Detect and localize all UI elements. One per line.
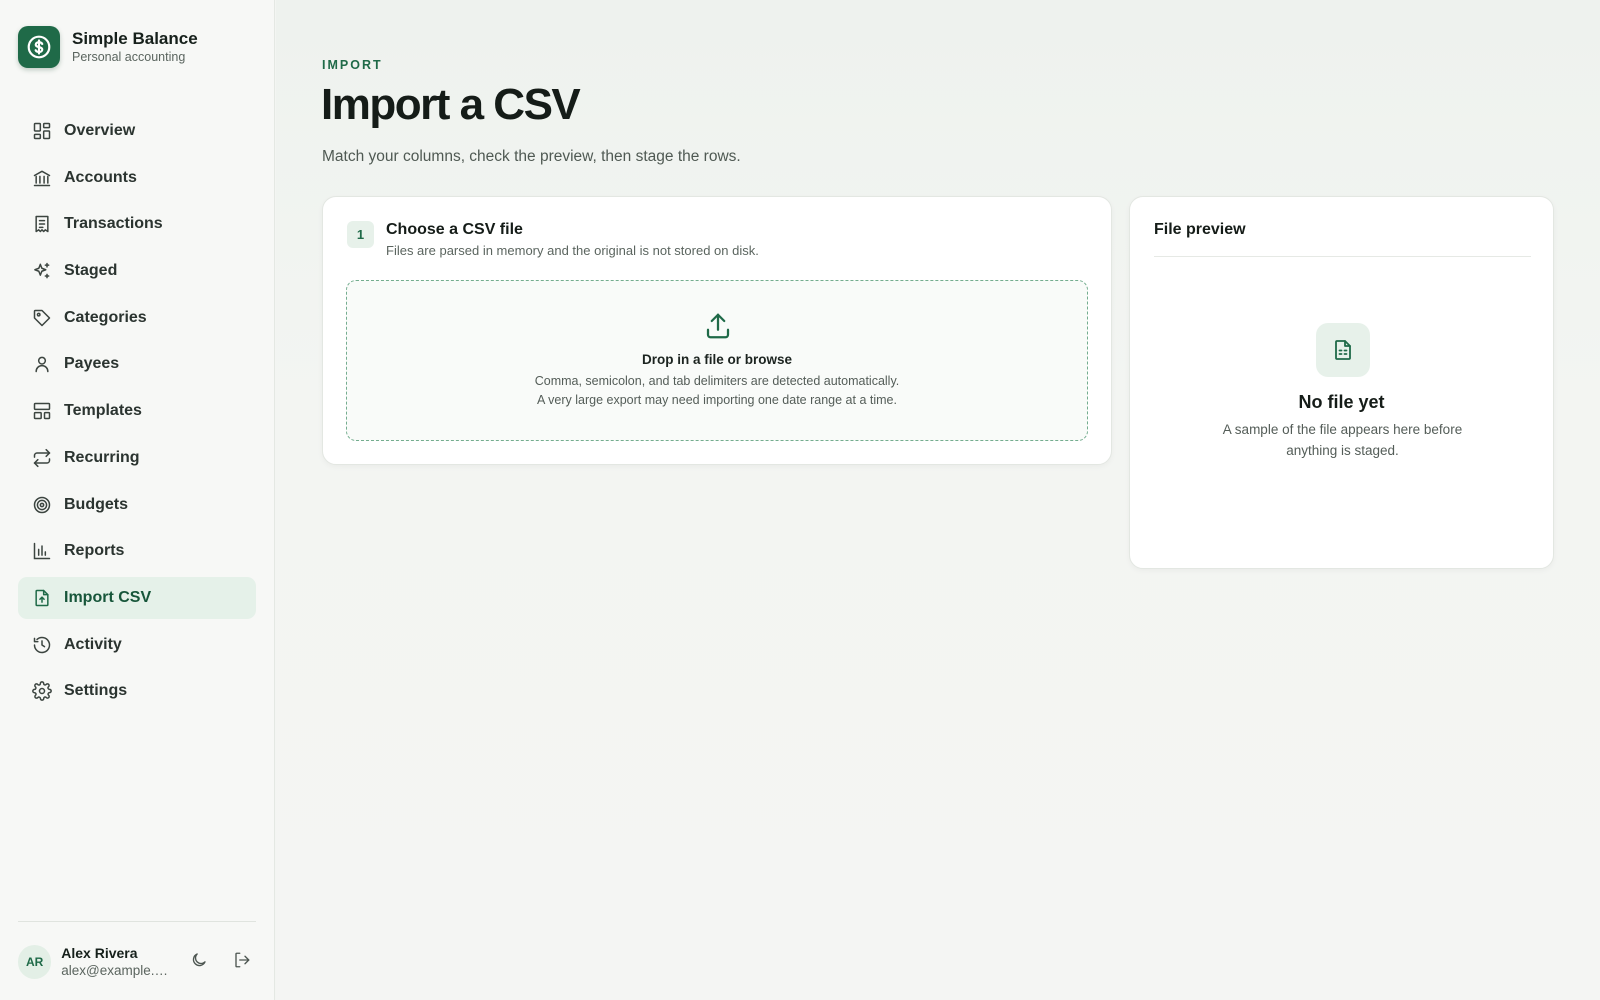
- sidebar-item-staged[interactable]: Staged: [18, 250, 256, 292]
- avatar[interactable]: AR: [18, 945, 52, 979]
- sparkles-icon: [32, 261, 52, 281]
- sidebar-item-label: Recurring: [64, 448, 140, 466]
- sidebar-item-recurring[interactable]: Recurring: [18, 437, 256, 479]
- file-text-icon: [1316, 323, 1370, 377]
- sidebar-item-label: Settings: [64, 682, 128, 700]
- brand-text: Simple Balance Personal accounting: [72, 29, 198, 65]
- user-text: Alex Rivera alex@example.com: [61, 945, 171, 980]
- sidebar-item-categories[interactable]: Categories: [18, 297, 256, 339]
- sidebar-item-label: Staged: [64, 262, 118, 280]
- sidebar: Simple Balance Personal accounting Overv…: [0, 0, 275, 1000]
- step-badge: 1: [347, 221, 374, 248]
- logout-icon: [233, 951, 251, 974]
- receipt-icon: [32, 214, 52, 234]
- brand[interactable]: Simple Balance Personal accounting: [18, 26, 198, 68]
- upload-icon: [703, 311, 733, 341]
- choose-file-card: 1 Choose a CSV file Files are parsed in …: [322, 196, 1112, 465]
- dropzone-title: Drop in a file or browse: [641, 352, 793, 367]
- theme-toggle-button[interactable]: [185, 948, 212, 976]
- empty-state-text: A sample of the file appears here before…: [1222, 422, 1463, 458]
- sidebar-item-accounts[interactable]: Accounts: [18, 157, 256, 199]
- repeat-icon: [32, 448, 52, 468]
- user-name: Alex Rivera: [61, 944, 138, 961]
- user-profile: AR Alex Rivera alex@example.com: [18, 944, 256, 980]
- sidebar-item-import-csv[interactable]: Import CSV: [18, 576, 256, 619]
- file-upload-icon: [32, 588, 52, 608]
- sidebar-item-budgets[interactable]: Budgets: [18, 484, 256, 526]
- tag-icon: [32, 308, 52, 328]
- page-subtitle: Match your columns, check the preview, t…: [322, 148, 741, 165]
- sidebar-item-label: Activity: [64, 635, 122, 653]
- card-title: Choose a CSV file: [386, 221, 523, 238]
- main-content: IMPORT Import a CSV Match your columns, …: [276, 0, 1600, 1000]
- sidebar-item-label: Overview: [64, 122, 136, 139]
- sidebar-item-templates[interactable]: Templates: [18, 390, 256, 432]
- user-icon: [32, 354, 52, 374]
- sidebar-item-label: Templates: [64, 402, 142, 420]
- dropzone-hint-size: A very large export may need importing o…: [537, 393, 897, 407]
- sidebar-divider: [18, 921, 256, 922]
- sidebar-item-settings[interactable]: Settings: [18, 670, 256, 712]
- gear-icon: [32, 681, 52, 702]
- sidebar-nav: Overview Accounts Transactions Staged Ca…: [18, 110, 256, 717]
- sidebar-item-transactions[interactable]: Transactions: [18, 203, 256, 245]
- sidebar-item-reports[interactable]: Reports: [18, 530, 256, 572]
- file-preview-card: File preview No file yet A sample of the…: [1129, 196, 1554, 569]
- card-title: File preview: [1154, 221, 1246, 238]
- page-eyebrow: IMPORT: [322, 58, 383, 72]
- sidebar-item-label: Categories: [64, 308, 147, 326]
- sidebar-item-label: Budgets: [64, 495, 128, 513]
- sidebar-item-payees[interactable]: Payees: [18, 343, 256, 385]
- moon-icon: [190, 951, 208, 974]
- sidebar-item-label: Transactions: [64, 215, 163, 233]
- bar-chart-icon: [32, 541, 52, 561]
- brand-subtitle: Personal accounting: [72, 50, 186, 64]
- dropzone-hint-delimiters: Comma, semicolon, and tab delimiters are…: [534, 374, 900, 388]
- file-dropzone[interactable]: Drop in a file or browse Comma, semicolo…: [346, 280, 1088, 441]
- user-email: alex@example.com: [61, 962, 172, 978]
- sidebar-item-label: Reports: [64, 542, 125, 560]
- sidebar-item-overview[interactable]: Overview: [18, 110, 256, 152]
- target-icon: [32, 495, 52, 515]
- brand-name: Simple Balance: [72, 29, 198, 48]
- grid-icon: [32, 121, 52, 141]
- dollar-circle-icon: [18, 26, 60, 68]
- card-divider: [1154, 256, 1531, 257]
- bank-icon: [32, 168, 52, 188]
- empty-state-title: No file yet: [1298, 392, 1385, 412]
- sidebar-item-activity[interactable]: Activity: [18, 624, 256, 666]
- sidebar-item-label: Accounts: [64, 168, 137, 186]
- logout-button[interactable]: [229, 948, 256, 976]
- card-subtitle: Files are parsed in memory and the origi…: [386, 243, 759, 258]
- sidebar-item-label: Import CSV: [64, 588, 152, 606]
- sidebar-item-label: Payees: [64, 355, 120, 373]
- layout-icon: [32, 401, 52, 421]
- page-title: Import a CSV: [321, 80, 581, 129]
- history-icon: [32, 635, 52, 655]
